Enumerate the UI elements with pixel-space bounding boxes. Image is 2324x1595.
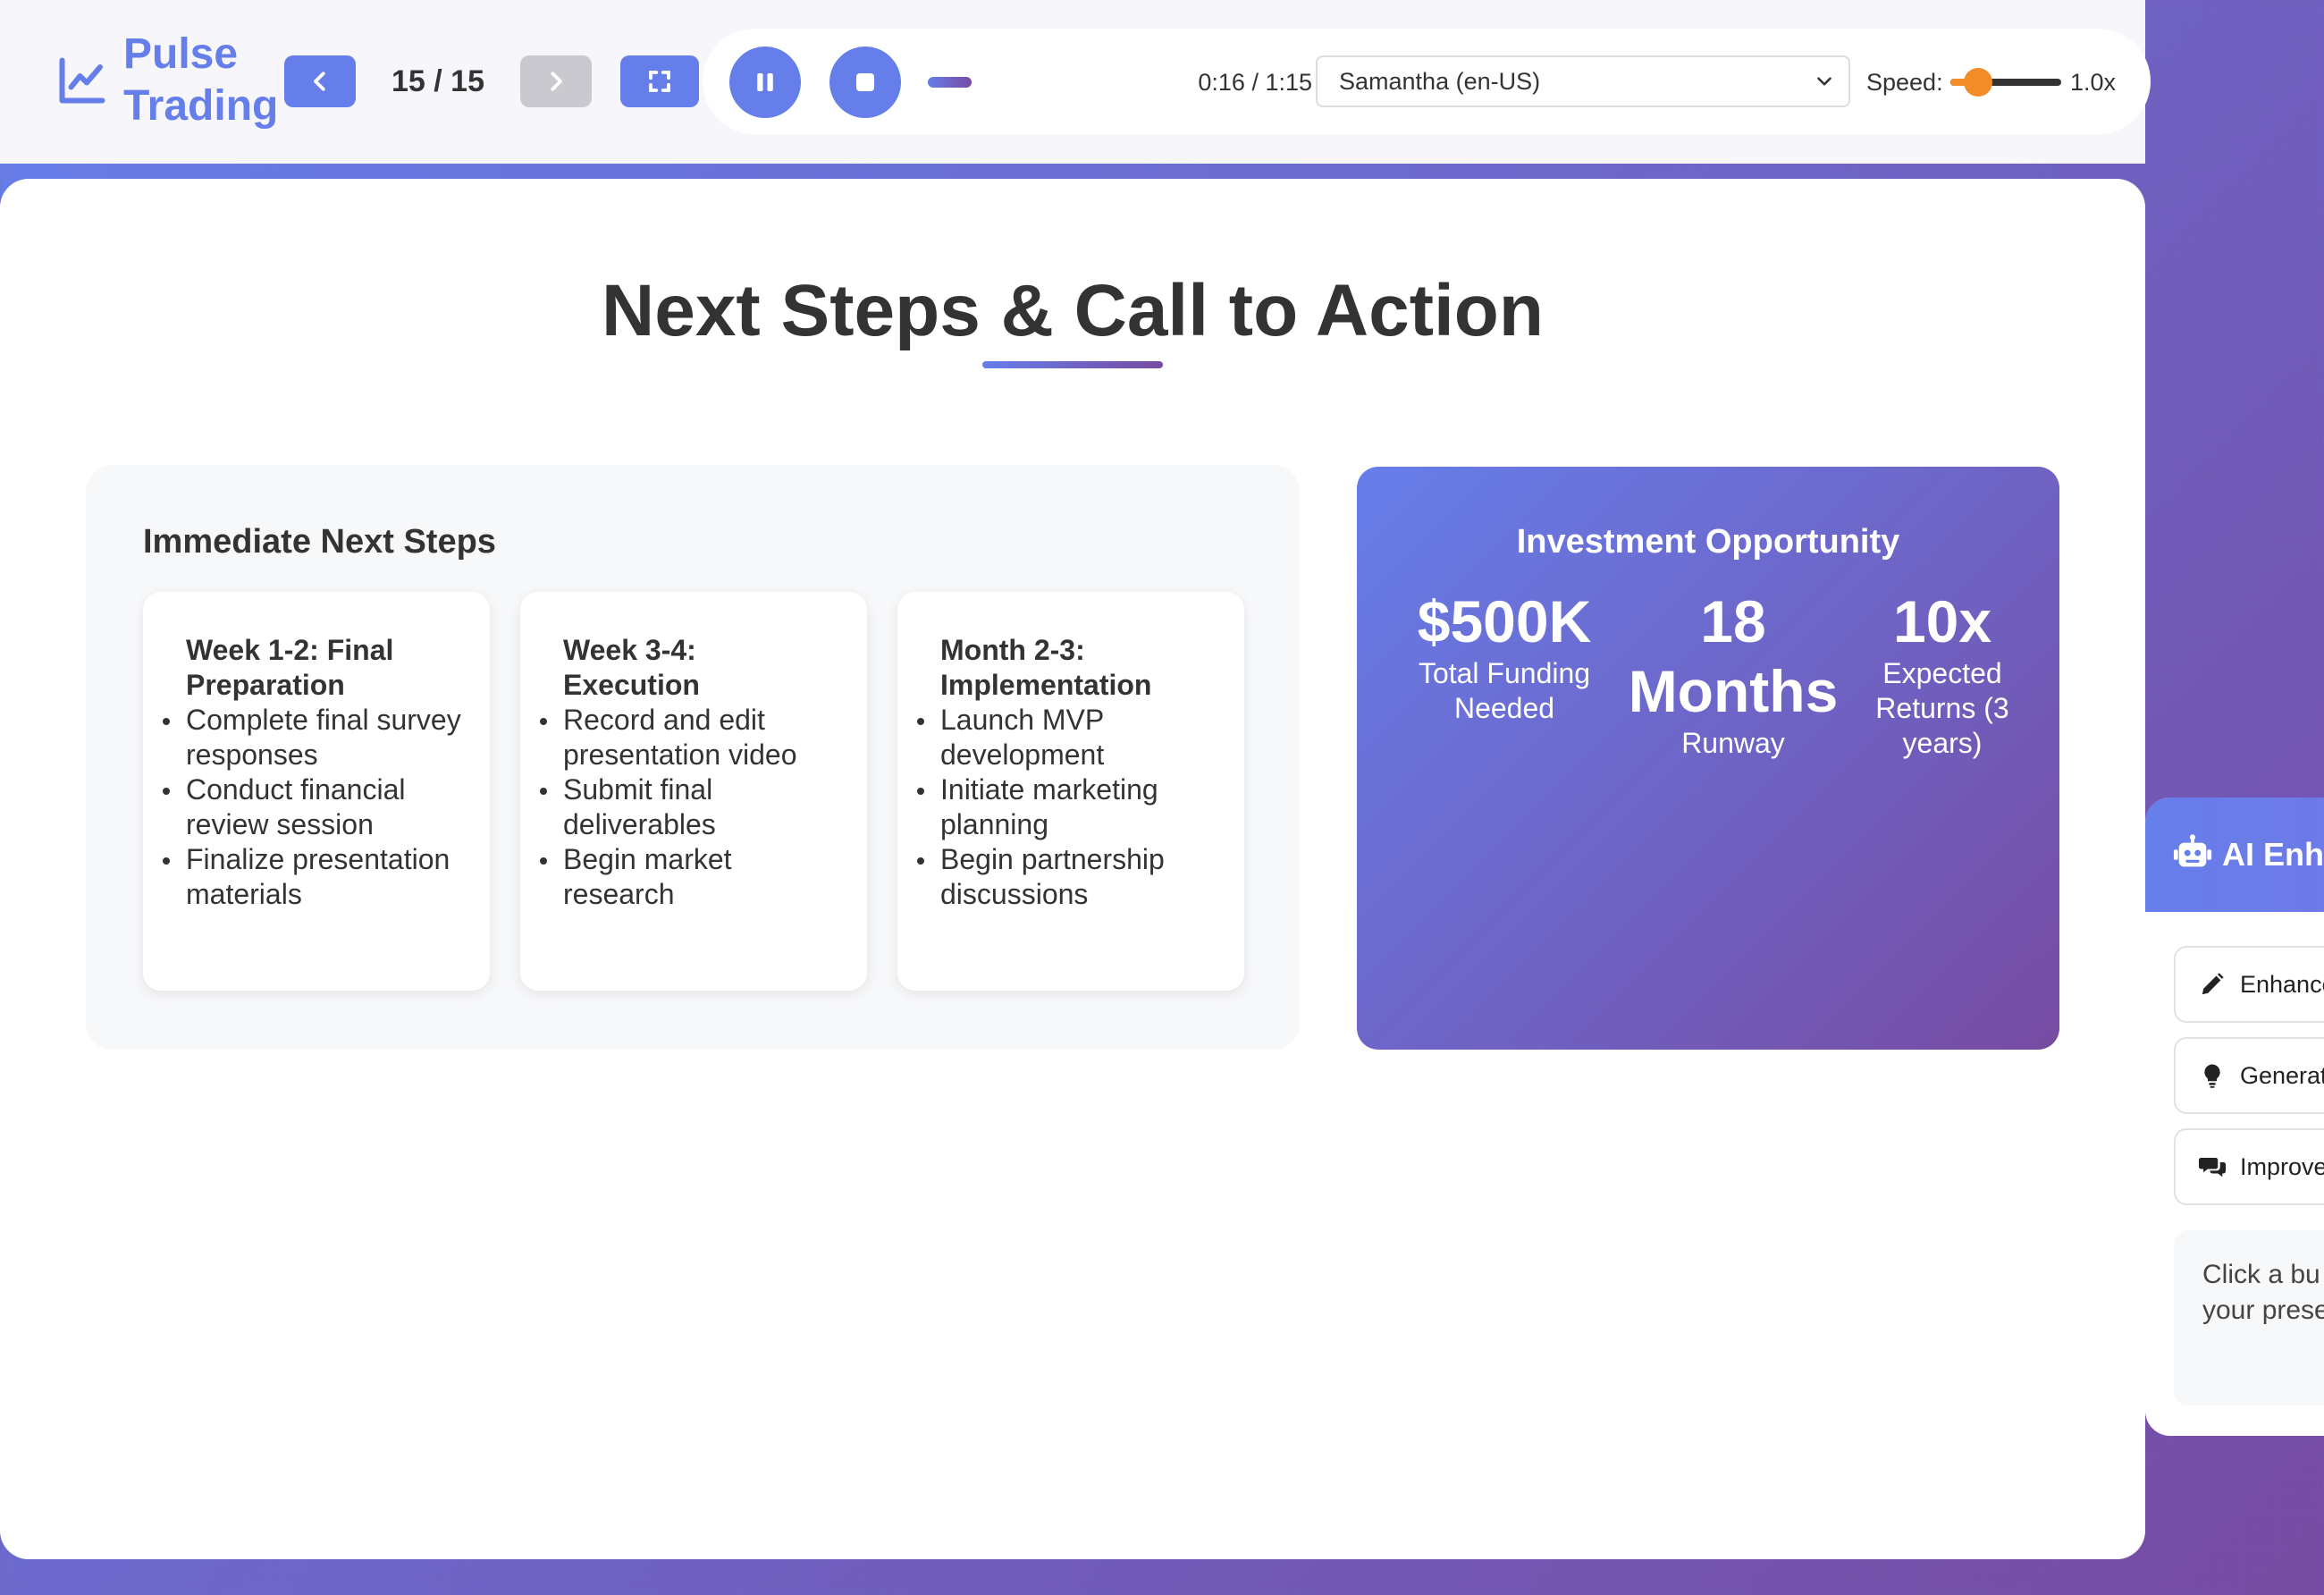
playback-progress-bar[interactable] xyxy=(928,77,1160,88)
metric-value: 10x xyxy=(1892,588,1992,654)
slide: Next Steps & Call to Action Immediate Ne… xyxy=(0,179,2145,1559)
step-list: Record and edit presentation video Submi… xyxy=(540,703,840,912)
step-card: Week 3-4: Execution Record and edit pres… xyxy=(520,592,867,991)
chevron-right-icon xyxy=(551,72,562,91)
speed-label: Speed: xyxy=(1866,69,1943,96)
metric-label: Runway xyxy=(1681,727,1785,759)
chevron-down-icon xyxy=(1817,77,1831,86)
expand-icon xyxy=(649,71,670,92)
ai-message-line: your prese xyxy=(2202,1295,2324,1325)
step-card: Week 1-2: Final Preparation Complete fin… xyxy=(143,592,490,991)
metric-funding: $500K Total Funding Needed xyxy=(1402,587,1607,726)
enhance-button-label: Enhance xyxy=(2240,970,2324,998)
top-toolbar: Pulse Trading 15 / 15 0:16 / 1:15 Samant… xyxy=(0,0,2151,164)
metric-value: 18 Months xyxy=(1628,588,1839,724)
chevron-left-icon xyxy=(314,72,325,91)
step-card-title: Week 1-2: Final Preparation xyxy=(186,634,394,701)
audio-player: 0:16 / 1:15 Samantha (en-US) Speed: 1.0x xyxy=(703,29,2151,134)
list-item: Launch MVP development xyxy=(917,703,1217,772)
voice-select-value: Samantha (en-US) xyxy=(1339,68,1541,95)
pause-button[interactable] xyxy=(729,46,801,118)
pause-icon xyxy=(757,73,773,91)
investment-title: Investment Opportunity xyxy=(1516,523,1900,561)
speed-slider-thumb[interactable] xyxy=(1964,68,1992,97)
fullscreen-button[interactable] xyxy=(620,55,699,107)
slide-title: Next Steps & Call to Action xyxy=(602,270,1544,351)
voice-select[interactable]: Samantha (en-US) xyxy=(1316,55,1850,107)
ai-instruction-message: Click a bu your prese xyxy=(2174,1230,2324,1405)
next-steps-heading: Immediate Next Steps xyxy=(143,523,496,561)
improve-button[interactable]: Improve xyxy=(2174,1128,2324,1205)
investment-panel: Investment Opportunity $500K Total Fundi… xyxy=(1357,467,2059,1050)
list-item: Begin market research xyxy=(540,842,840,912)
ai-message-line: Click a bu xyxy=(2202,1260,2320,1289)
ai-panel-title: AI Enh xyxy=(2222,836,2324,873)
speed-value: 1.0x xyxy=(2070,69,2117,96)
list-item: Begin partnership discussions xyxy=(917,842,1217,912)
metric-label: Expected Returns (3 years) xyxy=(1875,657,2009,759)
logo: Pulse Trading xyxy=(55,29,302,132)
step-list: Complete final survey responses Conduct … xyxy=(163,703,463,912)
title-underline xyxy=(982,361,1163,368)
robot-icon xyxy=(2173,834,2212,867)
metric-label: Total Funding Needed xyxy=(1418,657,1591,724)
generate-button-label: Generate xyxy=(2240,1061,2324,1089)
slide-counter: 15 / 15 xyxy=(392,64,484,98)
step-card-title: Week 3-4: Execution xyxy=(563,634,700,701)
enhance-button[interactable]: Enhance xyxy=(2174,946,2324,1023)
metric-returns: 10x Expected Returns (3 years) xyxy=(1857,587,2027,761)
metric-value: $500K xyxy=(1417,588,1592,654)
step-list: Launch MVP development Initiate marketin… xyxy=(917,703,1217,912)
next-slide-button[interactable] xyxy=(520,55,592,107)
previous-slide-button[interactable] xyxy=(284,55,356,107)
next-steps-panel: Immediate Next Steps Week 1-2: Final Pre… xyxy=(86,465,1300,1050)
list-item: Initiate marketing planning xyxy=(917,772,1217,842)
improve-button-label: Improve xyxy=(2240,1152,2324,1180)
playback-time: 0:16 / 1:15 xyxy=(1198,69,1312,96)
stop-button[interactable] xyxy=(829,46,901,118)
chart-line-icon xyxy=(59,57,105,104)
playback-progress-fill xyxy=(928,77,973,88)
lightbulb-icon xyxy=(2204,1064,2220,1088)
ai-enhance-panel: AI Enh Enhance Generate Improve Click a … xyxy=(2145,798,2324,1436)
list-item: Record and edit presentation video xyxy=(540,703,840,772)
list-item: Conduct financial review session xyxy=(163,772,463,842)
logo-text: Pulse Trading xyxy=(123,30,279,130)
speed-slider[interactable] xyxy=(1950,64,2061,100)
generate-button[interactable]: Generate xyxy=(2174,1037,2324,1114)
list-item: Finalize presentation materials xyxy=(163,842,463,912)
step-card: Month 2-3: Implementation Launch MVP dev… xyxy=(897,592,1244,991)
comments-icon xyxy=(2199,1158,2226,1177)
list-item: Complete final survey responses xyxy=(163,703,463,772)
list-item: Submit final deliverables xyxy=(540,772,840,842)
pencil-icon xyxy=(2202,973,2224,995)
ai-panel-header: AI Enh xyxy=(2145,798,2324,912)
metric-runway: 18 Months Runway xyxy=(1625,587,1841,761)
step-card-title: Month 2-3: Implementation xyxy=(940,634,1152,701)
stop-icon xyxy=(856,73,874,91)
